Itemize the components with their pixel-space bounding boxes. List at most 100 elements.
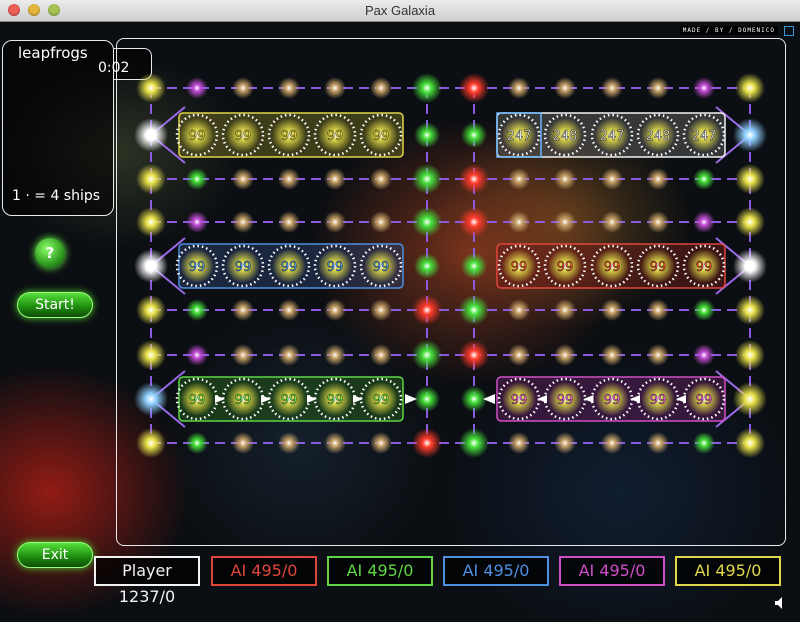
- home-star[interactable]: [134, 382, 168, 416]
- neutral-planet[interactable]: [601, 211, 623, 233]
- neutral-planet[interactable]: [414, 253, 440, 279]
- home-star[interactable]: [733, 249, 767, 283]
- neutral-planet[interactable]: [186, 77, 208, 99]
- neutral-planet[interactable]: [136, 164, 166, 194]
- neutral-planet[interactable]: [601, 299, 623, 321]
- home-star[interactable]: [733, 118, 767, 152]
- neutral-planet[interactable]: [735, 164, 765, 194]
- neutral-planet[interactable]: [554, 211, 576, 233]
- neutral-planet[interactable]: [647, 77, 669, 99]
- neutral-planet[interactable]: [508, 432, 530, 454]
- neutral-planet[interactable]: [232, 344, 254, 366]
- neutral-planet[interactable]: [554, 77, 576, 99]
- neutral-planet[interactable]: [324, 344, 346, 366]
- neutral-planet[interactable]: [735, 340, 765, 370]
- neutral-planet[interactable]: [459, 207, 489, 237]
- neutral-planet[interactable]: [370, 168, 392, 190]
- neutral-planet[interactable]: [278, 211, 300, 233]
- neutral-planet[interactable]: [554, 168, 576, 190]
- neutral-planet[interactable]: [370, 344, 392, 366]
- neutral-planet[interactable]: [412, 164, 442, 194]
- neutral-planet[interactable]: [412, 207, 442, 237]
- neutral-planet[interactable]: [461, 122, 487, 148]
- neutral-planet[interactable]: [693, 77, 715, 99]
- neutral-planet[interactable]: [735, 207, 765, 237]
- neutral-planet[interactable]: [278, 77, 300, 99]
- sound-icon[interactable]: [774, 596, 790, 610]
- neutral-planet[interactable]: [735, 295, 765, 325]
- neutral-planet[interactable]: [647, 344, 669, 366]
- neutral-planet[interactable]: [136, 340, 166, 370]
- neutral-planet[interactable]: [412, 73, 442, 103]
- neutral-planet[interactable]: [508, 299, 530, 321]
- neutral-planet[interactable]: [693, 299, 715, 321]
- help-button[interactable]: ?: [35, 238, 65, 268]
- neutral-planet[interactable]: [186, 344, 208, 366]
- neutral-planet[interactable]: [412, 340, 442, 370]
- home-star[interactable]: [134, 249, 168, 283]
- neutral-planet[interactable]: [136, 428, 166, 458]
- neutral-planet[interactable]: [508, 344, 530, 366]
- neutral-planet[interactable]: [554, 344, 576, 366]
- neutral-planet[interactable]: [459, 295, 489, 325]
- neutral-planet[interactable]: [647, 211, 669, 233]
- home-star[interactable]: [134, 118, 168, 152]
- neutral-planet[interactable]: [232, 211, 254, 233]
- neutral-planet[interactable]: [461, 253, 487, 279]
- board-canvas[interactable]: 99 99 99 99 99 247 248 247 248 247 99 99 99 99 99 99 99 9…: [117, 39, 787, 547]
- neutral-planet[interactable]: [136, 73, 166, 103]
- neutral-planet[interactable]: [370, 299, 392, 321]
- neutral-planet[interactable]: [412, 295, 442, 325]
- neutral-planet[interactable]: [554, 432, 576, 454]
- neutral-planet[interactable]: [136, 295, 166, 325]
- neutral-planet[interactable]: [508, 211, 530, 233]
- neutral-planet[interactable]: [278, 168, 300, 190]
- neutral-planet[interactable]: [324, 299, 346, 321]
- neutral-planet[interactable]: [232, 299, 254, 321]
- neutral-planet[interactable]: [459, 340, 489, 370]
- neutral-planet[interactable]: [508, 77, 530, 99]
- neutral-planet[interactable]: [601, 77, 623, 99]
- neutral-planet[interactable]: [693, 432, 715, 454]
- neutral-planet[interactable]: [186, 168, 208, 190]
- neutral-planet[interactable]: [278, 432, 300, 454]
- neutral-planet[interactable]: [370, 211, 392, 233]
- neutral-planet[interactable]: [647, 299, 669, 321]
- neutral-planet[interactable]: [324, 168, 346, 190]
- neutral-planet[interactable]: [324, 432, 346, 454]
- neutral-planet[interactable]: [601, 432, 623, 454]
- neutral-planet[interactable]: [508, 168, 530, 190]
- neutral-planet[interactable]: [136, 207, 166, 237]
- neutral-planet[interactable]: [735, 428, 765, 458]
- neutral-planet[interactable]: [601, 344, 623, 366]
- neutral-planet[interactable]: [324, 77, 346, 99]
- home-star[interactable]: [733, 382, 767, 416]
- neutral-planet[interactable]: [693, 211, 715, 233]
- neutral-planet[interactable]: [370, 77, 392, 99]
- neutral-planet[interactable]: [278, 344, 300, 366]
- game-board[interactable]: 99 99 99 99 99 247 248 247 248 247 99 99 99 99 99 99 99 9…: [116, 38, 786, 546]
- start-button[interactable]: Start!: [17, 292, 93, 318]
- neutral-planet[interactable]: [414, 122, 440, 148]
- neutral-planet[interactable]: [601, 168, 623, 190]
- exit-button[interactable]: Exit: [17, 542, 93, 568]
- neutral-planet[interactable]: [324, 211, 346, 233]
- neutral-planet[interactable]: [232, 77, 254, 99]
- neutral-planet[interactable]: [186, 299, 208, 321]
- neutral-planet[interactable]: [735, 73, 765, 103]
- neutral-planet[interactable]: [412, 428, 442, 458]
- neutral-planet[interactable]: [693, 344, 715, 366]
- neutral-planet[interactable]: [647, 168, 669, 190]
- neutral-planet[interactable]: [554, 299, 576, 321]
- neutral-planet[interactable]: [232, 168, 254, 190]
- fullscreen-toggle[interactable]: [784, 26, 794, 36]
- neutral-planet[interactable]: [370, 432, 392, 454]
- neutral-planet[interactable]: [414, 386, 440, 412]
- neutral-planet[interactable]: [278, 299, 300, 321]
- neutral-planet[interactable]: [459, 164, 489, 194]
- neutral-planet[interactable]: [647, 432, 669, 454]
- neutral-planet[interactable]: [693, 168, 715, 190]
- neutral-planet[interactable]: [186, 432, 208, 454]
- neutral-planet[interactable]: [186, 211, 208, 233]
- neutral-planet[interactable]: [459, 428, 489, 458]
